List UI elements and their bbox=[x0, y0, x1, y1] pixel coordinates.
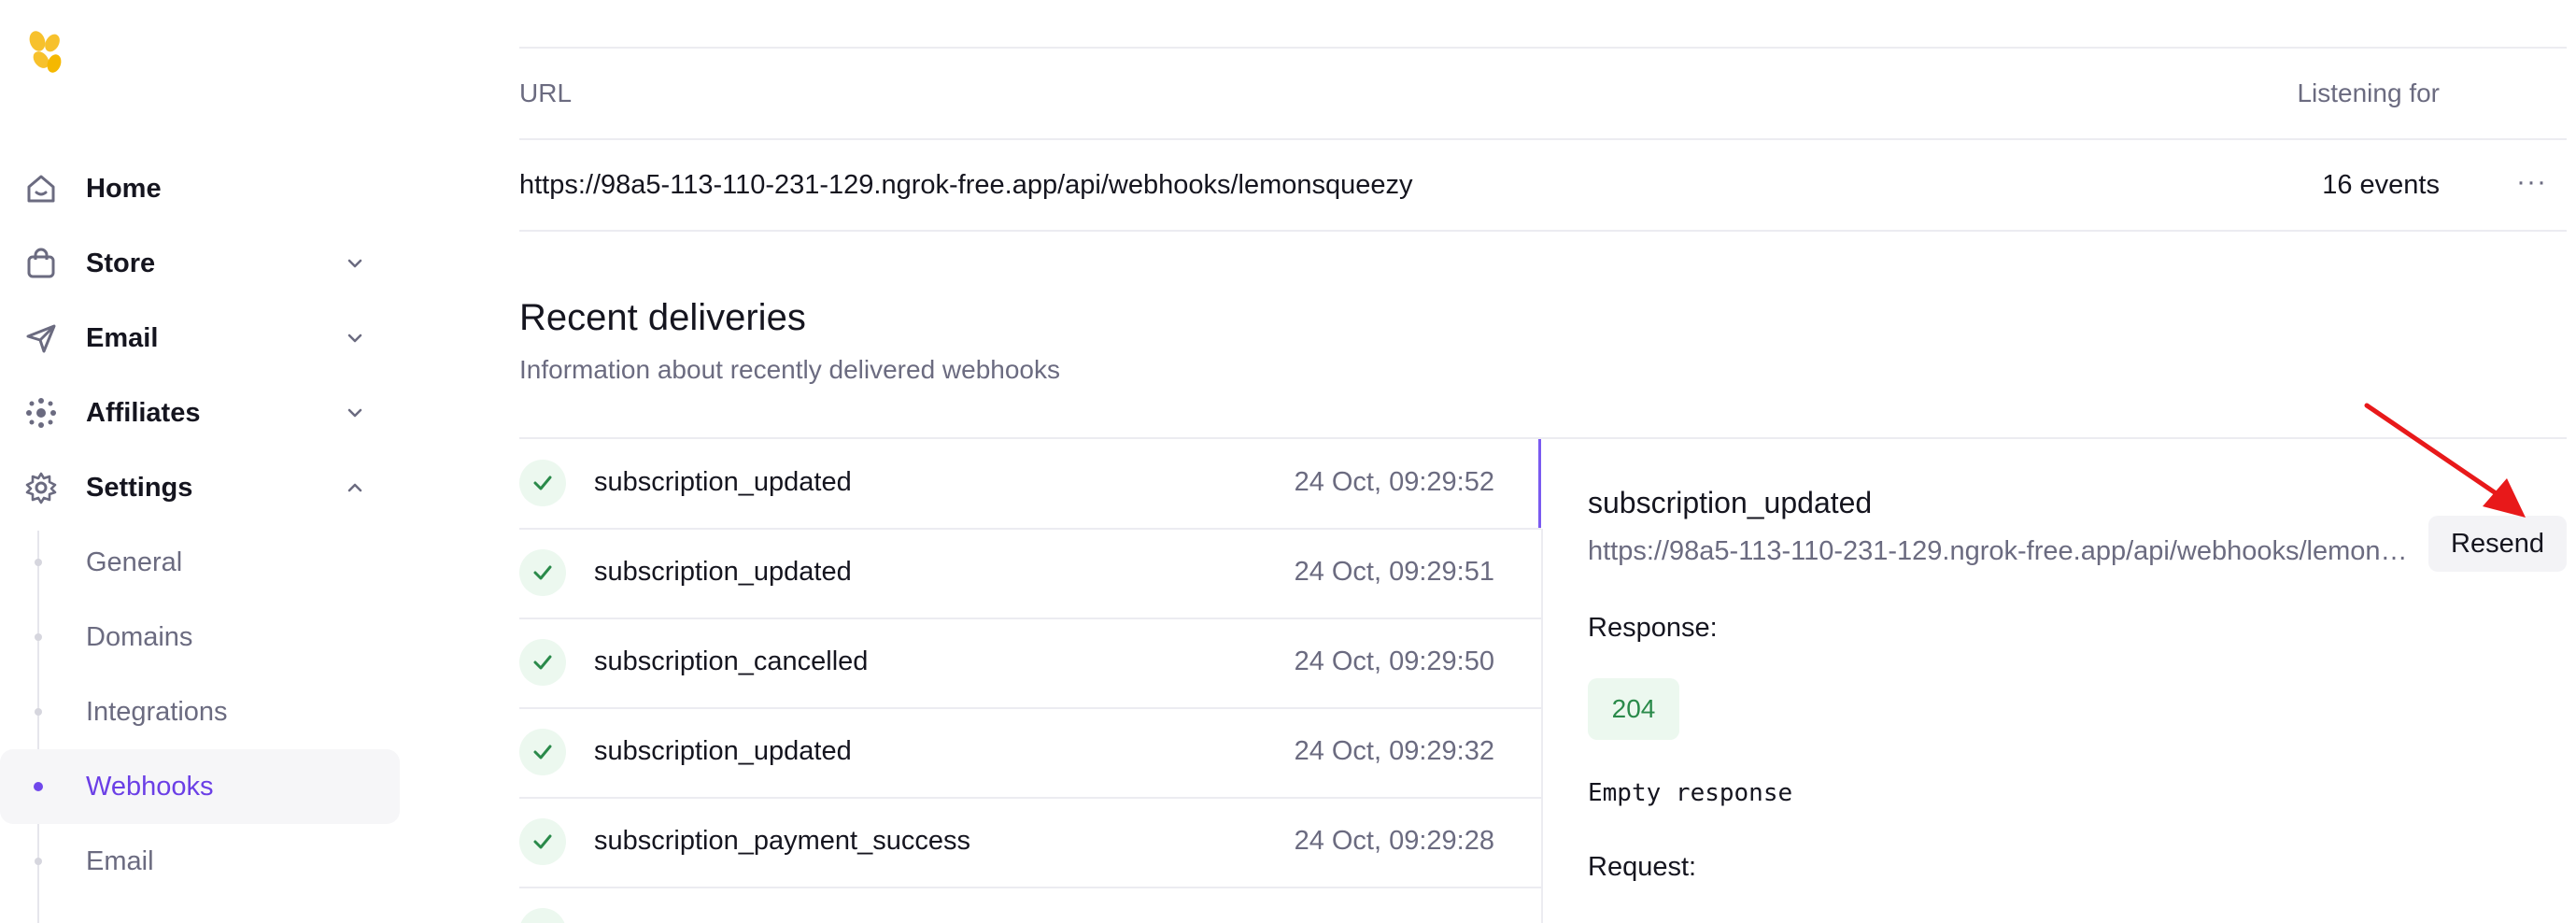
delivery-row[interactable]: subscription_payment_success 24 Oct, 09:… bbox=[519, 798, 1541, 888]
delivery-event-name: subscription_updated bbox=[594, 557, 852, 587]
sidebar-item-home[interactable]: Home bbox=[0, 151, 383, 226]
response-body: Empty response bbox=[1588, 779, 1793, 807]
sidebar-subitem-label: Integrations bbox=[86, 696, 228, 727]
home-icon bbox=[27, 175, 55, 203]
red-arrow-annotation bbox=[2364, 403, 2526, 518]
chevron-up-icon[interactable] bbox=[342, 475, 368, 501]
check-icon bbox=[519, 460, 566, 506]
check-icon bbox=[519, 549, 566, 596]
sidebar-item-label: Settings bbox=[86, 472, 193, 503]
bullet-dot bbox=[35, 559, 42, 566]
sidebar-item-label: Affiliates bbox=[86, 397, 201, 428]
divider bbox=[519, 47, 2567, 49]
delivery-timestamp: 24 Oct, 09:29:52 bbox=[1294, 467, 1494, 497]
lemon-logo-icon[interactable] bbox=[24, 30, 65, 78]
webhook-url: https://98a5-113-110-231-129.ngrok-free.… bbox=[519, 170, 1413, 200]
webhook-events-count: 16 events bbox=[2322, 170, 2440, 200]
sidebar-subitem-email[interactable]: Email bbox=[0, 824, 400, 899]
delivery-event-name: subscription_payment_success bbox=[594, 826, 970, 856]
delivery-timestamp: 24 Oct, 09:29:50 bbox=[1294, 646, 1494, 676]
sidebar-subitem-integrations[interactable]: Integrations bbox=[0, 674, 400, 749]
delivery-row[interactable]: subscription_updated 24 Oct, 09:29:52 bbox=[519, 439, 1541, 529]
bag-icon bbox=[27, 248, 55, 278]
sidebar: Home Store Email Affiliates Settings Gen… bbox=[0, 0, 411, 923]
bullet-dot bbox=[35, 633, 42, 641]
sidebar-item-label: Home bbox=[86, 173, 162, 204]
sidebar-subitem-label: Email bbox=[86, 845, 154, 876]
sidebar-item-store[interactable]: Store bbox=[0, 226, 383, 301]
sidebar-item-label: Store bbox=[86, 248, 156, 278]
divider bbox=[519, 230, 2567, 232]
bullet-dot bbox=[34, 782, 43, 791]
gear-icon bbox=[25, 472, 57, 504]
delivery-timestamp: 24 Oct, 09:29:51 bbox=[1294, 557, 1494, 587]
delivery-event-name: subscription_cancelled bbox=[594, 646, 869, 676]
affiliates-icon bbox=[26, 398, 56, 428]
sidebar-item-affiliates[interactable]: Affiliates bbox=[0, 376, 383, 450]
column-header-url: URL bbox=[519, 78, 573, 107]
sidebar-subitem-label: General bbox=[86, 547, 183, 577]
panel-divider bbox=[1541, 529, 1543, 923]
column-header-listening-for: Listening for bbox=[2297, 78, 2440, 107]
check-icon bbox=[519, 818, 566, 865]
request-label: Request: bbox=[1588, 852, 1697, 882]
sidebar-item-label: Email bbox=[86, 322, 159, 353]
delivery-timestamp: 24 Oct, 09:29:32 bbox=[1294, 736, 1494, 766]
response-label: Response: bbox=[1588, 613, 1718, 643]
delivery-row[interactable]: subscription_updated 24 Oct, 09:29:32 bbox=[519, 708, 1541, 798]
sidebar-item-settings[interactable]: Settings bbox=[0, 450, 383, 525]
delivery-event-name: subscription_updated bbox=[594, 736, 852, 766]
chevron-down-icon[interactable] bbox=[342, 400, 368, 426]
sidebar-subitem-general[interactable]: General bbox=[0, 525, 400, 600]
delivery-event-name: subscription_updated bbox=[594, 467, 852, 497]
status-badge: 204 bbox=[1588, 678, 1679, 740]
section-title: Recent deliveries bbox=[519, 297, 806, 338]
check-icon bbox=[519, 729, 566, 775]
delivery-row[interactable] bbox=[519, 888, 1541, 923]
delivery-row[interactable]: subscription_updated 24 Oct, 09:29:51 bbox=[519, 529, 1541, 618]
sidebar-subitem-domains[interactable]: Domains bbox=[0, 600, 400, 674]
sidebar-subitem-label: Webhooks bbox=[86, 771, 214, 802]
sidebar-item-email[interactable]: Email bbox=[0, 301, 383, 376]
detail-event-title: subscription_updated bbox=[1588, 486, 1873, 519]
sidebar-subitem-webhooks[interactable]: Webhooks bbox=[0, 749, 400, 824]
section-subtitle: Information about recently delivered web… bbox=[519, 355, 1061, 384]
check-icon bbox=[519, 639, 566, 686]
chevron-down-icon[interactable] bbox=[342, 325, 368, 351]
chevron-down-icon[interactable] bbox=[342, 250, 368, 277]
delivery-timestamp: 24 Oct, 09:29:28 bbox=[1294, 826, 1494, 856]
detail-url: https://98a5-113-110-231-129.ngrok-free.… bbox=[1588, 536, 2410, 566]
more-options-icon[interactable]: ··· bbox=[2516, 166, 2547, 198]
delivery-row[interactable]: subscription_cancelled 24 Oct, 09:29:50 bbox=[519, 618, 1541, 708]
send-icon bbox=[26, 324, 56, 353]
divider bbox=[519, 138, 2567, 140]
bullet-dot bbox=[35, 708, 42, 716]
bullet-dot bbox=[35, 858, 42, 865]
sidebar-subitem-label: Domains bbox=[86, 621, 193, 652]
check-icon bbox=[519, 908, 566, 923]
